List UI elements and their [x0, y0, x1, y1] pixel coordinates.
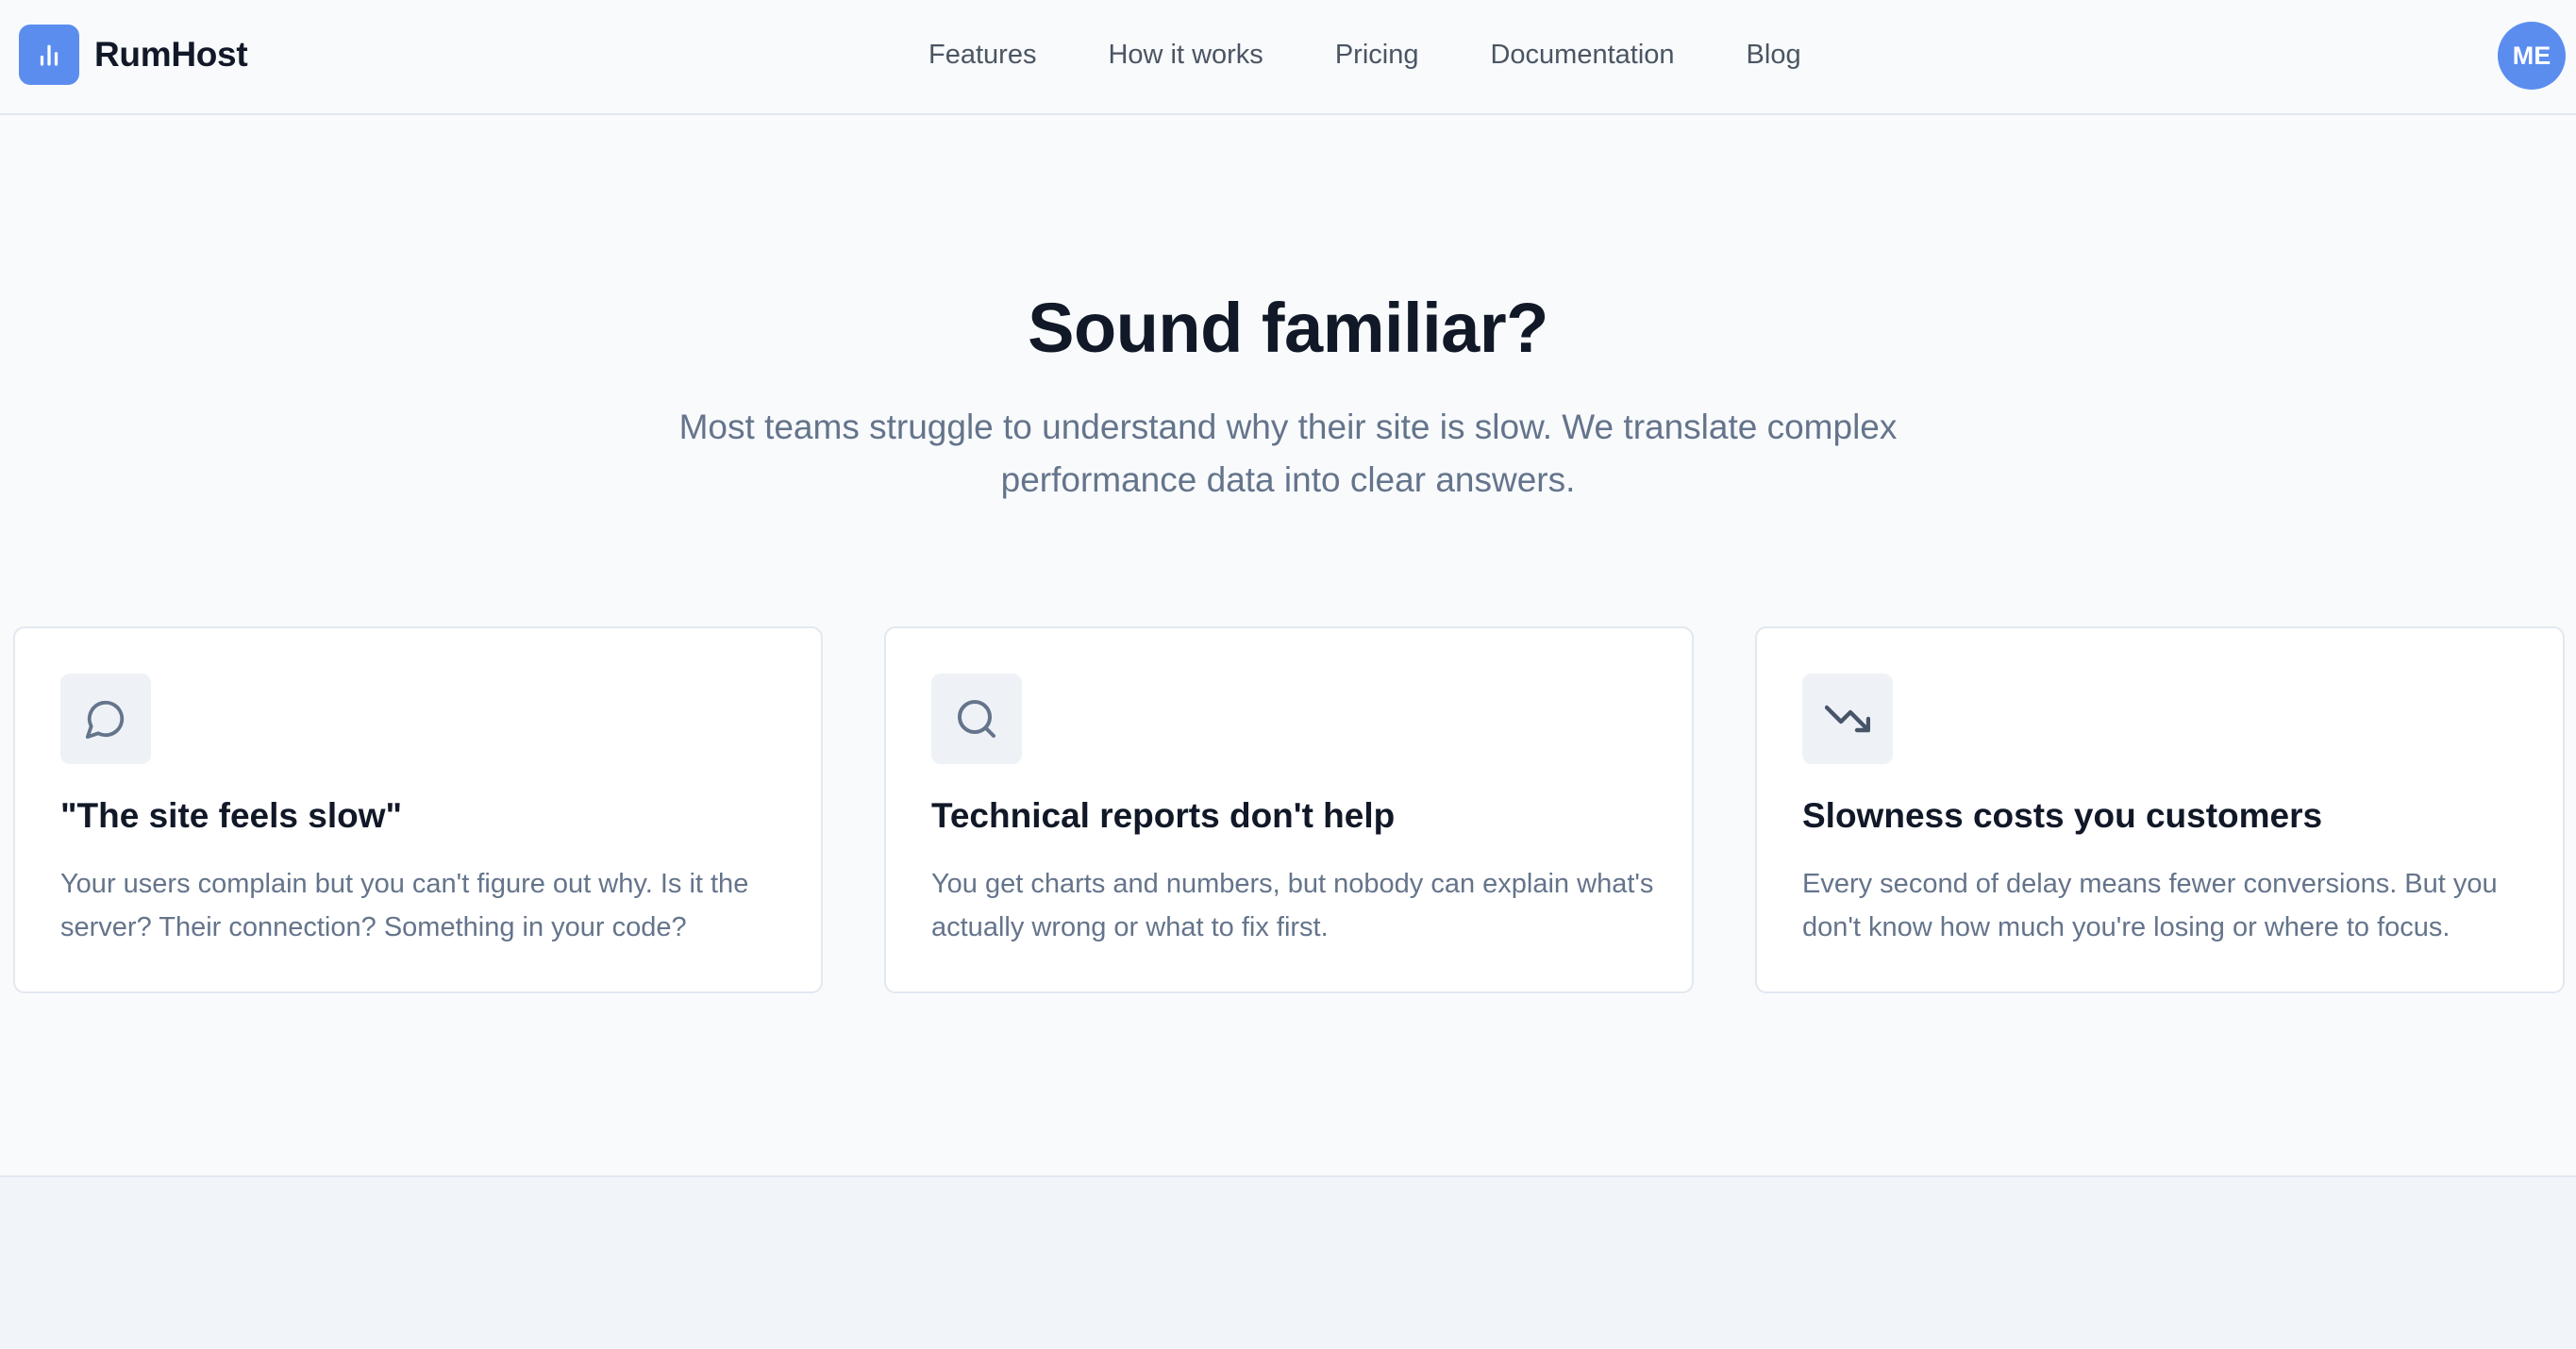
speech-bubble-icon [60, 674, 151, 764]
card-description: Your users complain but you can't figure… [60, 869, 749, 942]
footer-section [0, 1175, 2576, 1349]
brand[interactable]: RumHost [19, 25, 248, 85]
page-title: Sound familiar? [1028, 289, 1548, 367]
pain-point-card: "The site feels slow" Your users complai… [13, 626, 823, 993]
user-avatar[interactable]: ME [2498, 22, 2566, 90]
nav-link-how-it-works[interactable]: How it works [1108, 40, 1263, 71]
brand-name: RumHost [94, 35, 248, 74]
pain-point-card: Technical reports don't help You get cha… [884, 626, 1694, 993]
main-nav: Features How it works Pricing Documentat… [928, 34, 1801, 75]
nav-link-documentation[interactable]: Documentation [1490, 40, 1674, 71]
bar-chart-icon [19, 25, 79, 85]
top-navbar: RumHost Features How it works Pricing Do… [0, 0, 2576, 115]
page-subtitle: Most teams struggle to understand why th… [678, 408, 1898, 499]
card-title: Technical reports don't help [931, 796, 1396, 835]
card-title: Slowness costs you customers [1802, 796, 2323, 835]
trending-down-icon [1802, 674, 1893, 764]
card-title: "The site feels slow" [60, 796, 403, 835]
nav-link-features[interactable]: Features [928, 40, 1036, 71]
pain-point-card: Slowness costs you customers Every secon… [1755, 626, 2565, 993]
nav-link-pricing[interactable]: Pricing [1335, 40, 1419, 71]
nav-link-blog[interactable]: Blog [1747, 40, 1801, 71]
card-description: Every second of delay means fewer conver… [1802, 869, 2498, 942]
search-icon [931, 674, 1022, 764]
card-description: You get charts and numbers, but nobody c… [931, 869, 1654, 942]
